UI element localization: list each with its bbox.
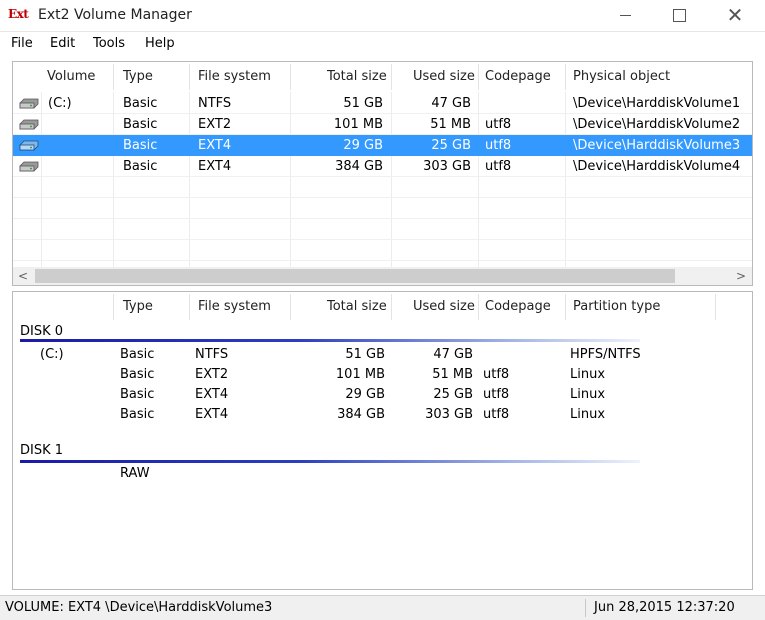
col-volume[interactable]: Volume — [47, 69, 95, 84]
col-total-size[interactable]: Total size — [327, 69, 387, 84]
minimize-icon — [619, 14, 631, 16]
menu-edit[interactable]: Edit — [50, 36, 75, 51]
status-volume: VOLUME: EXT4 \Device\HarddiskVolume3 — [5, 600, 273, 615]
close-button[interactable]: ✕ — [712, 0, 758, 30]
disk-0-label[interactable]: DISK 0 — [20, 324, 63, 339]
menu-bar: File Edit Tools Help — [0, 33, 765, 55]
volume-row[interactable]: (C:) Basic NTFS 51 GB 47 GB \Device\Hard… — [13, 93, 752, 114]
partition-row[interactable]: (C:) Basic NTFS 51 GB 47 GB HPFS/NTFS — [13, 344, 752, 365]
volume-row[interactable]: Basic EXT2 101 MB 51 MB utf8 \Device\Har… — [13, 114, 752, 135]
volume-row[interactable]: Basic EXT4 384 GB 303 GB utf8 \Device\Ha… — [13, 156, 752, 177]
app-logo-icon: Ext — [8, 7, 29, 21]
hard-drive-icon — [19, 140, 39, 151]
col-total-size[interactable]: Total size — [327, 299, 387, 314]
partition-row[interactable]: Basic EXT4 384 GB 303 GB utf8 Linux — [13, 404, 752, 425]
volume-list[interactable]: Volume Type File system Total size Used … — [12, 61, 753, 286]
col-type[interactable]: Type — [123, 299, 153, 314]
col-used-size[interactable]: Used size — [413, 69, 475, 84]
disk-0-bar — [20, 339, 640, 342]
maximize-button[interactable] — [656, 0, 702, 30]
col-file-system[interactable]: File system — [198, 299, 271, 314]
scrollbar-thumb[interactable] — [35, 269, 675, 283]
status-datetime: Jun 28,2015 12:37:20 — [594, 600, 735, 615]
scroll-left-icon[interactable]: < — [15, 268, 31, 284]
partition-row[interactable]: RAW — [13, 463, 752, 484]
minimize-button[interactable] — [602, 0, 648, 30]
col-file-system[interactable]: File system — [198, 69, 271, 84]
scroll-right-icon[interactable]: > — [733, 268, 749, 284]
maximize-icon — [672, 8, 686, 22]
col-codepage[interactable]: Codepage — [485, 299, 551, 314]
volume-row-selected[interactable]: Basic EXT4 29 GB 25 GB utf8 \Device\Hard… — [13, 135, 752, 156]
partition-row[interactable]: Basic EXT2 101 MB 51 MB utf8 Linux — [13, 364, 752, 385]
col-type[interactable]: Type — [123, 69, 153, 84]
disk-1-label[interactable]: DISK 1 — [20, 443, 63, 458]
close-icon: ✕ — [726, 3, 744, 27]
disk-list-header: Type File system Total size Used size Co… — [13, 292, 752, 322]
menu-help[interactable]: Help — [145, 36, 175, 51]
hard-drive-icon — [19, 98, 39, 109]
window-title: Ext2 Volume Manager — [38, 7, 192, 23]
hard-drive-icon — [19, 161, 39, 172]
title-bar: Ext Ext2 Volume Manager ✕ — [0, 0, 765, 32]
horizontal-scrollbar[interactable]: < > — [13, 267, 752, 285]
status-bar: VOLUME: EXT4 \Device\HarddiskVolume3 Jun… — [0, 595, 765, 620]
disk-list[interactable]: Type File system Total size Used size Co… — [12, 291, 753, 590]
col-codepage[interactable]: Codepage — [485, 69, 551, 84]
col-used-size[interactable]: Used size — [413, 299, 475, 314]
partition-row[interactable]: Basic EXT4 29 GB 25 GB utf8 Linux — [13, 384, 752, 405]
hard-drive-icon — [19, 119, 39, 130]
col-partition-type[interactable]: Partition type — [573, 299, 660, 314]
col-physical-object[interactable]: Physical object — [573, 69, 670, 84]
volume-list-header: Volume Type File system Total size Used … — [13, 62, 752, 92]
menu-file[interactable]: File — [11, 36, 33, 51]
menu-tools[interactable]: Tools — [93, 36, 125, 51]
